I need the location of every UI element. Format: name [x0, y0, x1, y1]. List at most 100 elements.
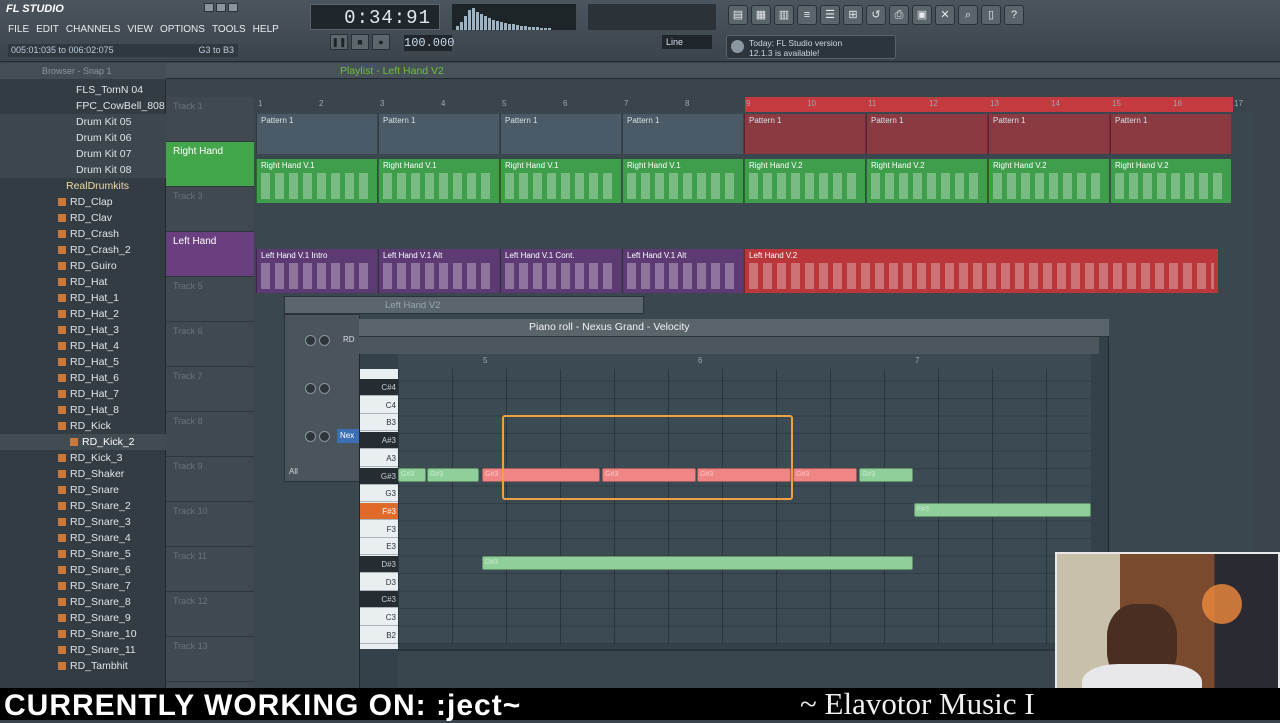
channel-rack-icon[interactable]: ▥	[774, 5, 794, 25]
piano-key[interactable]: F3	[360, 521, 398, 538]
browser-item[interactable]: RD_Hat_4	[0, 338, 166, 354]
pattern-clip[interactable]: Pattern 1	[744, 114, 865, 154]
browser-item[interactable]: RD_Snare_4	[0, 530, 166, 546]
browser-item[interactable]: Drum Kit 07	[0, 146, 166, 162]
browser-item[interactable]: FLS_TomN 04	[0, 82, 166, 98]
browser-item[interactable]: RD_Snare_11	[0, 642, 166, 658]
pause-button[interactable]: ❚❚	[330, 34, 348, 50]
midi-note[interactable]: D#3	[482, 556, 913, 570]
menu-tools[interactable]: TOOLS	[212, 24, 246, 35]
browser-item[interactable]: RD_Clav	[0, 210, 166, 226]
track-header[interactable]: Track 12	[166, 592, 254, 637]
piano-roll-icon[interactable]: ▦	[751, 5, 771, 25]
undo-icon[interactable]: ↺	[866, 5, 886, 25]
channel-volume-knob[interactable]	[305, 335, 316, 346]
browser-item[interactable]: RD_Shaker	[0, 466, 166, 482]
right-hand-clip[interactable]: Right Hand V.2	[988, 159, 1109, 203]
browser-item[interactable]: RD_Snare_10	[0, 626, 166, 642]
track-header[interactable]: Track 9	[166, 457, 254, 502]
stop-button[interactable]: ■	[351, 34, 369, 50]
record-button[interactable]: ●	[372, 34, 390, 50]
browser-item[interactable]: RD_Hat	[0, 274, 166, 290]
browser-item[interactable]: RD_Snare_5	[0, 546, 166, 562]
midi-note[interactable]: G#3	[793, 467, 857, 482]
piano-roll-scrollbar[interactable]	[359, 337, 1099, 354]
right-hand-clip[interactable]: Right Hand V.2	[1110, 159, 1231, 203]
pattern-clip[interactable]: Pattern 1	[622, 114, 743, 154]
right-hand-clip[interactable]: Right Hand V.1	[378, 159, 499, 203]
browser-item[interactable]: RD_Snare_3	[0, 514, 166, 530]
browser-item[interactable]: RD_Snare_6	[0, 562, 166, 578]
pattern-clip[interactable]: Pattern 1	[866, 114, 987, 154]
browser-item[interactable]: RD_Hat_6	[0, 370, 166, 386]
midi-note[interactable]: G#3	[427, 467, 479, 482]
midi-note[interactable]: F#3	[914, 502, 1091, 517]
piano-key[interactable]: B3	[360, 414, 398, 432]
piano-key[interactable]: A3	[360, 450, 398, 467]
browser-item[interactable]: RD_Snare_7	[0, 578, 166, 594]
tools-icon[interactable]: ✕	[935, 5, 955, 25]
snap-selector[interactable]: Line	[662, 35, 712, 49]
track-header[interactable]: Track 5	[166, 277, 254, 322]
track-header[interactable]: Track 6	[166, 322, 254, 367]
browser-item[interactable]: RD_Crash	[0, 226, 166, 242]
piano-key[interactable]: C#4	[360, 379, 398, 396]
piano-key[interactable]: G#3	[360, 467, 398, 485]
right-hand-clip[interactable]: Right Hand V.2	[744, 159, 865, 203]
left-hand-clip[interactable]: Left Hand V.1 Intro	[256, 249, 377, 293]
render-icon[interactable]: ⎙	[889, 5, 909, 25]
channel-nexus-button[interactable]: Nex	[337, 429, 359, 443]
track-header[interactable]: Track 7	[166, 367, 254, 412]
browser-item[interactable]: RD_Snare_9	[0, 610, 166, 626]
piano-key[interactable]: D3	[360, 574, 398, 591]
browser-item[interactable]: RD_Kick_2	[0, 434, 166, 450]
browser-item[interactable]: RD_Guiro	[0, 258, 166, 274]
track-header[interactable]: Track 1	[166, 97, 254, 142]
menu-edit[interactable]: EDIT	[36, 24, 59, 35]
menu-help[interactable]: HELP	[253, 24, 279, 35]
browser-item[interactable]: RD_Kick_3	[0, 450, 166, 466]
browser-item[interactable]: Drum Kit 05	[0, 114, 166, 130]
maximize-button[interactable]	[216, 3, 226, 12]
menu-options[interactable]: OPTIONS	[160, 24, 205, 35]
right-hand-clip[interactable]: Right Hand V.2	[866, 159, 987, 203]
playlist-title[interactable]: Playlist - Left Hand V2	[340, 65, 444, 77]
news-panel[interactable]: Today: FL Studio version 12.1.3 is avail…	[726, 35, 896, 59]
pattern-clip[interactable]: Pattern 1	[256, 114, 377, 154]
piano-key[interactable]: F#3	[360, 502, 398, 520]
minimize-button[interactable]	[204, 3, 214, 12]
piano-key[interactable]: D#3	[360, 556, 398, 573]
browser-item[interactable]: RD_Kick	[0, 418, 166, 434]
browser-item[interactable]: RD_Clap	[0, 194, 166, 210]
channel-pan-knob[interactable]	[319, 335, 330, 346]
left-hand-clip[interactable]: Left Hand V.1 Alt	[622, 249, 743, 293]
browser-item[interactable]: FPC_CowBell_808	[0, 98, 166, 114]
browser-item[interactable]: RD_Snare_2	[0, 498, 166, 514]
midi-note[interactable]: G#3	[859, 467, 913, 482]
channel-volume-knob[interactable]	[305, 431, 316, 442]
menu-channels[interactable]: CHANNELS	[66, 24, 120, 35]
playlist-icon[interactable]: ▤	[728, 5, 748, 25]
browser-item[interactable]: RD_Snare	[0, 482, 166, 498]
piano-key[interactable]: B2	[360, 627, 398, 644]
menu-view[interactable]: VIEW	[127, 24, 153, 35]
browser-item[interactable]: RD_Hat_2	[0, 306, 166, 322]
track-header[interactable]: Track 3	[166, 187, 254, 232]
left-hand-clip[interactable]: Left Hand V.2	[744, 249, 1218, 293]
piano-key[interactable]: C3	[360, 609, 398, 627]
save-icon[interactable]: ▣	[912, 5, 932, 25]
right-hand-clip[interactable]: Right Hand V.1	[256, 159, 377, 203]
search-icon[interactable]: ⌕	[958, 5, 978, 25]
pattern-clip[interactable]: Pattern 1	[378, 114, 499, 154]
track-header[interactable]: Right Hand	[166, 142, 254, 187]
browser-item[interactable]: RD_Hat_8	[0, 402, 166, 418]
browser-item[interactable]: RD_Crash_2	[0, 242, 166, 258]
piano-keyboard[interactable]: C#4 C4 B3 A#3 A3 G#3 G3 F#3 F3 E3 D#3 D3 C#3 C3 B2	[360, 369, 398, 649]
channel-label[interactable]: RD	[343, 335, 355, 344]
browser-item[interactable]: RD_Tambhit	[0, 658, 166, 674]
browser-item[interactable]: RealDrumkits	[0, 178, 166, 194]
piano-roll-mode[interactable]: Velocity	[653, 321, 689, 333]
piano-key[interactable]: C#3	[360, 591, 398, 609]
browser-item[interactable]: RD_Hat_3	[0, 322, 166, 338]
pattern-clip[interactable]: Pattern 1	[500, 114, 621, 154]
